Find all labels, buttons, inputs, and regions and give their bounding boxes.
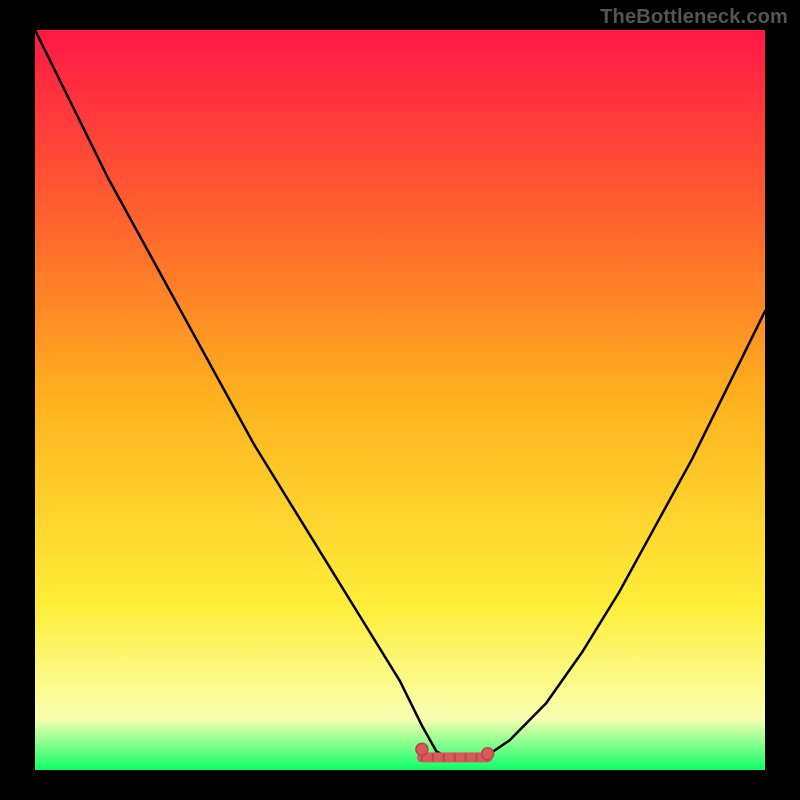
- chart-svg: [35, 30, 765, 770]
- gradient-bg: [35, 30, 765, 770]
- marker-left: [416, 743, 428, 755]
- plot-area: [35, 30, 765, 770]
- optimal-range-tick: [476, 753, 478, 761]
- optimal-range-tick: [432, 753, 434, 761]
- baseline-strip-group: [421, 753, 489, 761]
- watermark-text: TheBottleneck.com: [600, 6, 788, 29]
- optimal-range-tick: [465, 753, 467, 761]
- outer-frame: TheBottleneck.com: [0, 0, 800, 800]
- optimal-range-tick: [443, 753, 445, 761]
- marker-right: [482, 748, 494, 760]
- optimal-range-tick: [454, 753, 456, 761]
